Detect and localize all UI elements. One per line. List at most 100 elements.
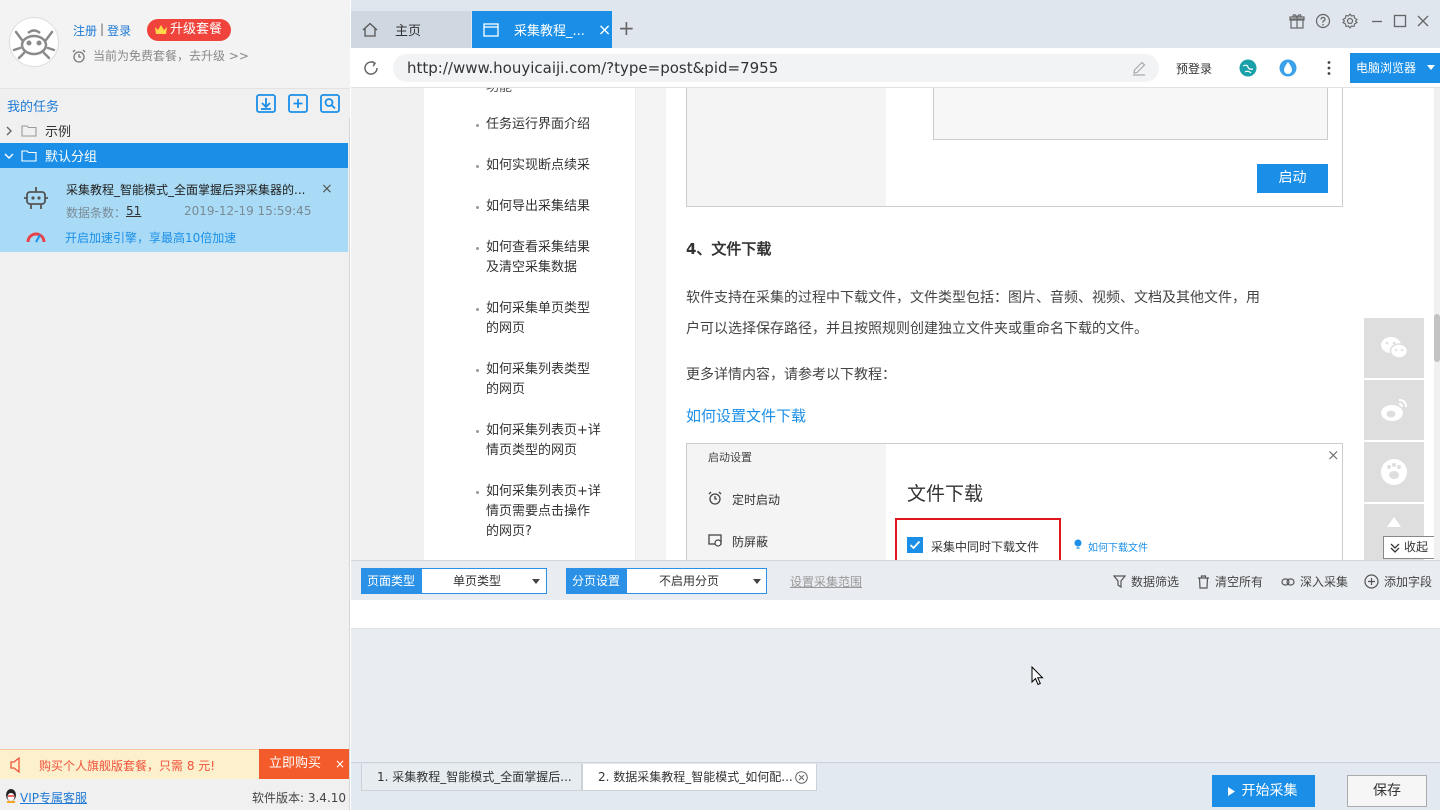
shield-block-icon <box>708 533 722 547</box>
drop-plugin-icon[interactable] <box>1278 58 1298 78</box>
launch-button-image: 启动 <box>1257 164 1328 193</box>
url-input[interactable]: http://www.houyicaiji.com/?type=post&pid… <box>393 54 1159 82</box>
tutorial-link[interactable]: 如何设置文件下载 <box>686 405 806 426</box>
section-heading: 4、文件下载 <box>686 240 772 258</box>
close-circle-icon[interactable] <box>795 771 808 784</box>
play-icon <box>1228 787 1235 796</box>
toc-sidebar: 功能 任务运行界面介绍 如何实现断点续采 如何导出采集结果 如何查看采集结果及清… <box>424 88 636 560</box>
task-tab-active[interactable]: 2. 数据采集教程_智能模式_如何配... <box>582 764 817 791</box>
weibo-share-button[interactable] <box>1364 380 1424 440</box>
robot-task-icon <box>24 185 48 211</box>
group-row-example[interactable]: 示例 <box>0 118 348 143</box>
register-link[interactable]: 注册 <box>73 22 97 39</box>
toc-item[interactable]: 任务运行界面介绍 <box>476 115 611 135</box>
accelerate-link[interactable]: 开启加速引擎，享最高10倍加速 <box>65 229 236 246</box>
collapse-label: 收起 <box>1404 540 1429 554</box>
browser-mode-select[interactable]: 电脑浏览器 <box>1350 53 1440 83</box>
close-icon[interactable]: × <box>598 20 611 39</box>
buy-now-button[interactable]: 立即购买 <box>259 749 331 779</box>
vip-support-link[interactable]: VIP专属客服 <box>20 789 87 806</box>
toc-fragment: 功能 <box>486 88 611 98</box>
task-tab[interactable]: 1. 采集教程_智能模式_全面掌握后... <box>361 764 582 791</box>
paging-select[interactable]: 分页设置 不启用分页 <box>566 568 768 594</box>
sidebar-footer: VIP专属客服 软件版本: 3.4.10 <box>0 780 349 810</box>
page-type-label: 页面类型 <box>361 568 422 594</box>
baidu-paw-icon <box>1380 458 1408 486</box>
toc-item[interactable]: 如何采集列表页+详 情页需要点击操作 的网页? <box>476 482 611 542</box>
scrollbar-thumb[interactable] <box>1434 314 1440 362</box>
more-menu-icon[interactable] <box>1326 60 1332 76</box>
import-task-icon[interactable] <box>256 94 276 113</box>
minimize-icon[interactable] <box>1370 13 1384 29</box>
page-type-select[interactable]: 页面类型 单页类型 <box>361 568 548 594</box>
gear-icon[interactable] <box>1342 13 1358 29</box>
add-field-button[interactable]: 添加字段 <box>1364 573 1432 590</box>
close-icon[interactable]: × <box>321 181 333 197</box>
paragraph: 更多详情内容，请参考以下教程： <box>686 367 896 383</box>
tab-home[interactable]: 主页 <box>351 11 471 48</box>
toc-item[interactable]: 如何导出采集结果 <box>476 197 611 217</box>
folder-icon <box>21 149 37 162</box>
page-scrollbar[interactable] <box>1434 88 1440 560</box>
data-preview-header <box>351 600 1440 629</box>
start-collect-button[interactable]: 开始采集 <box>1212 775 1315 807</box>
globe-plugin-icon[interactable] <box>1238 58 1258 78</box>
page-margin <box>351 88 424 560</box>
paging-value[interactable]: 不启用分页 <box>626 568 768 594</box>
robot-avatar-icon <box>11 19 57 65</box>
task-bottom-bar: 1. 采集教程_智能模式_全面掌握后... 2. 数据采集教程_智能模式_如何配… <box>351 762 1440 810</box>
plan-status-link[interactable]: 当前为免费套餐，去升级 >> <box>93 47 249 64</box>
login-link[interactable]: 登录 <box>107 22 131 39</box>
crown-icon <box>155 25 167 35</box>
new-tab-button[interactable]: + <box>618 16 635 40</box>
group-row-default[interactable]: 默认分组 <box>0 143 348 168</box>
close-icon: × <box>1327 446 1340 464</box>
tasks-header: 我的任务 <box>0 88 350 118</box>
clear-all-button[interactable]: 清空所有 <box>1197 573 1263 590</box>
save-button[interactable]: 保存 <box>1347 775 1427 807</box>
speed-gauge-icon <box>26 229 46 243</box>
paragraph-line: 软件支持在采集的过程中下载文件，文件类型包括：图片、音频、视频、文档及其他文件，… <box>686 290 1260 306</box>
toc-item[interactable]: 如何实现断点续采 <box>476 156 611 176</box>
version-label: 软件版本: 3.4.10 <box>252 791 347 805</box>
avatar[interactable] <box>9 17 59 67</box>
my-tasks-title: 我的任务 <box>7 100 60 115</box>
toc-item[interactable]: 如何采集单页类型 的网页 <box>476 299 611 339</box>
upgrade-button[interactable]: 升级套餐 <box>147 19 232 41</box>
tab-label: 主页 <box>395 24 422 39</box>
tab-label: 采集教程_... <box>514 24 585 39</box>
window-close-icon[interactable] <box>1416 14 1430 28</box>
caret-down-icon <box>1427 65 1435 71</box>
count-value[interactable]: 51 <box>126 204 141 218</box>
deep-collect-button[interactable]: 深入采集 <box>1281 573 1348 590</box>
address-bar: http://www.houyicaiji.com/?type=post&pid… <box>351 48 1440 88</box>
collect-range-link[interactable]: 设置采集范围 <box>790 573 862 590</box>
toc-item[interactable]: 如何查看采集结果 及清空采集数据 <box>476 238 611 278</box>
count-label: 数据条数： <box>66 206 127 220</box>
task-item[interactable]: 采集教程_智能模式_全面掌握后羿采集器的... × 数据条数： 51 2019-… <box>0 168 348 252</box>
new-task-icon[interactable] <box>288 94 308 113</box>
refresh-icon[interactable] <box>362 59 380 77</box>
toc-item[interactable]: 如何采集列表类型 的网页 <box>476 360 611 400</box>
gift-icon[interactable] <box>1289 13 1305 29</box>
search-task-icon[interactable] <box>320 94 340 113</box>
shot-sidebar-title: 启动设置 <box>708 451 752 464</box>
chevron-down-icon <box>4 152 16 160</box>
page-gutter <box>636 88 666 560</box>
data-filter-button[interactable]: 数据筛选 <box>1113 573 1179 590</box>
home-icon <box>362 22 378 37</box>
baidu-share-button[interactable] <box>1364 442 1424 502</box>
prelogin-button[interactable]: 预登录 <box>1176 60 1212 77</box>
close-icon[interactable]: × <box>331 749 349 779</box>
page-type-value[interactable]: 单页类型 <box>421 568 548 594</box>
wechat-share-button[interactable] <box>1364 318 1424 378</box>
toc-item[interactable]: 如何采集列表页+详 情页类型的网页 <box>476 421 611 461</box>
help-icon[interactable] <box>1315 13 1331 29</box>
collapse-button[interactable]: 收起 <box>1383 536 1437 559</box>
shot-checkbox-label: 采集中同时下载文件 <box>931 540 1040 554</box>
edit-pencil-icon[interactable] <box>1131 60 1147 76</box>
maximize-icon[interactable] <box>1393 14 1407 28</box>
web-content: 功能 任务运行界面介绍 如何实现断点续采 如何导出采集结果 如何查看采集结果及清… <box>351 88 1440 560</box>
tab-active[interactable]: 采集教程_... × <box>472 11 612 48</box>
task-title: 采集教程_智能模式_全面掌握后羿采集器的... <box>66 183 306 197</box>
